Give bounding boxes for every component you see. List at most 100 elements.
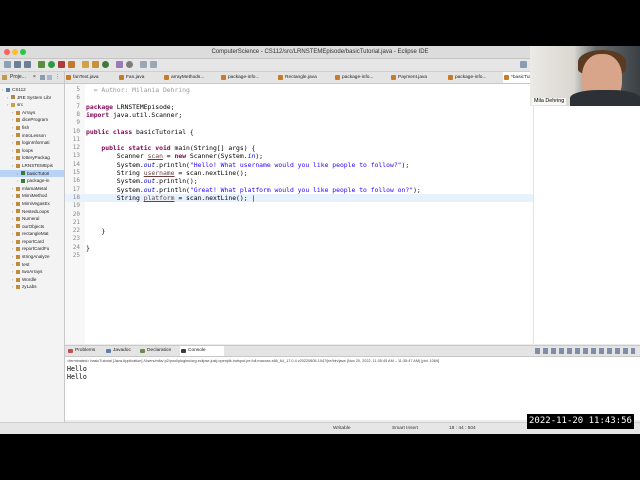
tree-item[interactable]: › MimiVegasEx [0, 200, 64, 208]
code-line: 13 Scanner scan = new Scanner(System.in)… [65, 152, 533, 160]
save-all-icon[interactable] [24, 61, 31, 68]
tree-item[interactable]: › rectangleMat [0, 230, 64, 238]
tree-item[interactable]: › NestedLoops [0, 208, 64, 216]
tree-item[interactable]: › stringAnalyze [0, 253, 64, 261]
code-text: } [86, 244, 90, 252]
minimize-window-icon[interactable] [12, 49, 18, 55]
tree-item[interactable]: › loops [0, 147, 64, 155]
tree-item[interactable]: › fish [0, 124, 64, 132]
tree-item[interactable]: › CS112 [0, 86, 64, 94]
tree-item[interactable]: › mlamaMetal [0, 185, 64, 193]
tree-item[interactable]: › LRNSTEMEpis [0, 162, 64, 170]
editor-tab[interactable]: arrayMethods... [163, 72, 221, 83]
tree-item[interactable]: › diceProgram [0, 116, 64, 124]
editor-tab[interactable]: Payment.java [390, 72, 448, 83]
console-toolbar-icons[interactable] [535, 348, 635, 354]
line-number: 7 [76, 102, 80, 110]
console-tab[interactable]: Declaration [139, 346, 183, 356]
code-token: "Hello! What username would you like peo… [189, 160, 402, 169]
tree-item[interactable]: › loginInformati [0, 139, 64, 147]
tree-item[interactable]: › package-in [0, 177, 64, 185]
editor-tab-label: Fan.java [126, 75, 145, 80]
console-output[interactable]: Hello Hello [65, 365, 640, 381]
new-file-icon[interactable] [4, 61, 11, 68]
tree-item[interactable]: › test [0, 261, 64, 269]
close-view-icon[interactable]: × [33, 72, 36, 83]
code-token: out [143, 177, 156, 186]
new-class-icon[interactable] [102, 61, 109, 68]
code-line: 6 [65, 94, 533, 102]
editor-tab[interactable]: package-info... [447, 72, 505, 83]
editor-tab[interactable]: package-info... [334, 72, 392, 83]
code-token: .println(); [155, 177, 198, 186]
declaration-icon [140, 349, 145, 353]
package-icon [16, 125, 20, 130]
tree-item[interactable]: › MimiMethod [0, 192, 64, 200]
recording-timestamp: 2022-11-20 11:43:56 [527, 414, 634, 429]
tree-item[interactable]: › Arrays [0, 109, 64, 117]
javadoc-icon [106, 349, 111, 353]
save-icon[interactable] [14, 61, 21, 68]
editor-tab-label: package-info... [342, 75, 374, 80]
maximize-window-icon[interactable] [20, 49, 26, 55]
webcam-person-shirt [570, 90, 640, 106]
package-explorer-tab[interactable]: Proje... × ⋮ [0, 72, 64, 84]
code-line: 11 [65, 136, 533, 144]
status-cursor-position: 18 : 44 : 504 [449, 426, 476, 431]
package-icon [16, 209, 20, 214]
close-window-icon[interactable] [4, 49, 10, 55]
line-number: 16 [72, 177, 80, 185]
code-editor[interactable]: 5 = Author: Milania Dehring 6 7 package LRN… [65, 84, 533, 344]
coverage-icon[interactable] [58, 61, 65, 68]
tree-item[interactable]: › src [0, 101, 64, 109]
tree-item[interactable]: › JRE System Libr [0, 94, 64, 102]
package-explorer: Proje... × ⋮ › CS112 › JRE System Libr › src ›… [0, 72, 65, 422]
editor-tab[interactable]: Rectangle.java [277, 72, 335, 83]
external-tools-icon[interactable] [68, 61, 75, 68]
collapse-all-icon[interactable] [40, 75, 45, 80]
run-icon[interactable] [48, 61, 55, 68]
project-icon [6, 87, 10, 92]
package-icon [16, 110, 20, 115]
tree-item[interactable]: › zyLabs [0, 283, 64, 291]
editor-tab[interactable]: package-info... [220, 72, 278, 83]
perspective-icon[interactable] [520, 61, 527, 68]
tree-item[interactable]: › twoArrays [0, 268, 64, 276]
package-icon [16, 277, 20, 282]
editor-tab[interactable]: fanText.java [65, 72, 123, 83]
java-file-icon [164, 75, 169, 80]
line-number: 12 [72, 144, 80, 152]
code-token: out [143, 160, 156, 169]
tree-item-label: fish [22, 124, 30, 130]
code-token: .println( [155, 160, 190, 169]
tree-item[interactable]: › Numeral [0, 215, 64, 223]
search-icon[interactable] [126, 61, 133, 68]
new-package-icon[interactable] [92, 61, 99, 68]
code-text: package LRNSTEMEpisode; [86, 103, 175, 111]
tree-item[interactable]: › Wordle [0, 276, 64, 284]
view-menu-icon[interactable]: ⋮ [55, 72, 60, 83]
code-line: 12 public static void main(String[] args… [65, 144, 533, 152]
new-java-project-icon[interactable] [82, 61, 89, 68]
tree-item[interactable]: › ourObjects [0, 223, 64, 231]
tree-item-label: lotteryPackag [22, 155, 50, 161]
tree-item[interactable]: › reportCard [0, 238, 64, 246]
code-line: 17 System.out.println("Great! What platf… [65, 186, 533, 194]
debug-icon[interactable] [38, 61, 45, 68]
code-line: 22 } [65, 227, 533, 235]
console-process-info: <terminated> basicTutorial [Java Applica… [67, 359, 440, 363]
tree-item[interactable]: › introLesson [0, 132, 64, 140]
back-icon[interactable] [140, 61, 147, 68]
forward-icon[interactable] [150, 61, 157, 68]
code-token: String [86, 169, 144, 177]
package-icon [16, 156, 20, 161]
tree-item[interactable]: › lotteryPackag [0, 154, 64, 162]
tree-item[interactable]: › basicTutori [0, 169, 64, 178]
tree-item[interactable]: › reportCardFu [0, 245, 64, 253]
link-editor-icon[interactable] [47, 75, 52, 80]
package-icon [16, 186, 20, 191]
tree-item-label: Numeral [22, 216, 40, 222]
console-tab[interactable]: Console [180, 346, 224, 356]
code-line: 24} [65, 244, 533, 252]
open-type-icon[interactable] [116, 61, 123, 68]
